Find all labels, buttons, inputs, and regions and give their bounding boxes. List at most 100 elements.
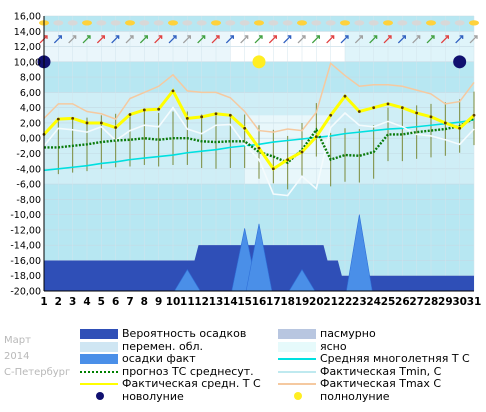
x-tick-label: 12 xyxy=(194,296,209,308)
tavg-point xyxy=(99,121,103,125)
x-tick-label: 25 xyxy=(381,296,396,308)
x-tick-label: 23 xyxy=(352,296,367,308)
legend-swatch xyxy=(278,329,316,339)
x-tick-label: 29 xyxy=(438,296,453,308)
x-tick-label: 27 xyxy=(409,296,424,308)
tavg-point xyxy=(386,102,390,106)
legend-swatch xyxy=(278,370,316,373)
legend-swatch xyxy=(294,391,302,400)
sky-condition-icon xyxy=(110,20,121,26)
tavg-point xyxy=(314,135,318,139)
x-tick-label: 19 xyxy=(295,296,310,308)
tavg-point xyxy=(400,106,404,110)
legend-swatch xyxy=(278,341,316,352)
tavg-point xyxy=(429,115,433,119)
x-tick-label: 15 xyxy=(237,296,252,308)
y-tick-label: 10,00 xyxy=(14,57,41,68)
sky-condition-icon xyxy=(440,20,451,26)
legend-label: пасмурно xyxy=(320,327,376,340)
x-tick-label: 24 xyxy=(366,296,381,308)
sky-condition-icon xyxy=(96,20,107,26)
y-tick-label: -6,00 xyxy=(16,180,41,191)
sky-condition-icon xyxy=(469,20,479,26)
x-tick-label: 4 xyxy=(83,296,90,308)
sky-condition-icon xyxy=(397,20,408,26)
sky-condition-icon xyxy=(168,20,178,26)
x-tick-label: 8 xyxy=(141,296,148,308)
tavg-point xyxy=(458,126,462,130)
y-tick-label: 12,00 xyxy=(14,42,41,53)
legend-swatch xyxy=(80,370,118,373)
tavg-point xyxy=(472,113,476,117)
y-tick-label: -16,00 xyxy=(10,256,41,267)
y-tick-label: 8,00 xyxy=(20,73,41,84)
tavg-point xyxy=(329,113,333,117)
sky-condition-icon xyxy=(297,20,307,26)
tavg-point xyxy=(214,112,218,116)
tavg-point xyxy=(228,113,232,117)
legend-label: перемен. обл. xyxy=(122,339,204,353)
legend-swatch xyxy=(278,383,316,385)
y-tick-label: -14,00 xyxy=(10,241,41,252)
tavg-point xyxy=(185,116,189,120)
sky-condition-icon xyxy=(196,20,207,26)
tavg-point xyxy=(142,108,146,112)
legend-swatch xyxy=(96,391,104,400)
legend-label: Средняя многолетняя Т С xyxy=(320,352,470,365)
y-tick-label: -8,00 xyxy=(16,195,41,206)
legend-label: полнолуние xyxy=(320,389,390,403)
y-tick-label: -4,00 xyxy=(16,164,41,175)
y-tick-label: 2,00 xyxy=(20,118,41,129)
tavg-point xyxy=(286,158,290,162)
x-tick-label: 3 xyxy=(69,296,76,308)
tavg-point xyxy=(300,150,304,154)
x-tick-label: 18 xyxy=(280,296,295,308)
tavg-point xyxy=(171,89,175,93)
tavg-point xyxy=(85,121,89,125)
x-tick-label: 9 xyxy=(155,296,162,308)
x-tick-label: 5 xyxy=(98,296,105,308)
y-tick-label: -18,00 xyxy=(10,271,41,282)
y-tick-label: -2,00 xyxy=(16,149,41,160)
x-tick-label: 11 xyxy=(180,296,195,308)
x-tick-label: 22 xyxy=(338,296,353,308)
y-tick-label: 16,00 xyxy=(14,12,41,23)
x-tick-label: 17 xyxy=(266,296,281,308)
sky-condition-icon xyxy=(368,20,379,26)
sky-condition-icon xyxy=(268,20,279,26)
new-moon-marker xyxy=(453,55,467,69)
sky-condition-icon xyxy=(125,20,135,26)
tavg-point xyxy=(443,121,447,125)
sky-condition-icon xyxy=(254,20,264,26)
sky-condition-icon xyxy=(426,20,436,26)
sky-condition-icon xyxy=(82,20,92,26)
tavg-point xyxy=(114,126,118,129)
sky-condition-icon xyxy=(282,20,293,26)
tavg-point xyxy=(157,107,161,111)
full-moon-marker xyxy=(252,55,266,69)
sky-condition-icon xyxy=(239,20,250,26)
sky-condition-icon xyxy=(354,20,365,26)
x-tick-label: 6 xyxy=(112,296,119,308)
tavg-point xyxy=(357,110,361,113)
x-tick-label: 20 xyxy=(309,296,324,308)
city-label: С-Петербург xyxy=(4,367,71,378)
sky-condition-icon xyxy=(53,20,64,26)
tavg-point xyxy=(257,146,261,150)
sky-condition-icon xyxy=(67,20,78,26)
temperature-chart: 16,00 14,00 12,00 10,00 8,00 6,00 4,00 2,00 0,00… xyxy=(10,12,481,309)
tavg-point xyxy=(200,115,204,119)
y-tick-label: -12,00 xyxy=(10,225,41,236)
x-tick-label: 26 xyxy=(395,296,410,308)
weather-chart-page: 16,00 14,00 12,00 10,00 8,00 6,00 4,00 2,00 0,00… xyxy=(0,0,486,412)
legend-swatch xyxy=(80,341,118,352)
tavg-point xyxy=(343,94,347,98)
sky-condition-icon xyxy=(340,20,350,26)
legend-label: новолуние xyxy=(122,389,184,403)
y-tick-label: 4,00 xyxy=(20,103,41,114)
legend-label: Фактическая Tmin, С xyxy=(320,364,442,378)
x-tick-label: 10 xyxy=(166,296,181,308)
tavg-point xyxy=(415,111,419,115)
sky-condition-icon xyxy=(311,20,322,26)
legend-label: Фактическая средн. Т С xyxy=(122,377,261,390)
